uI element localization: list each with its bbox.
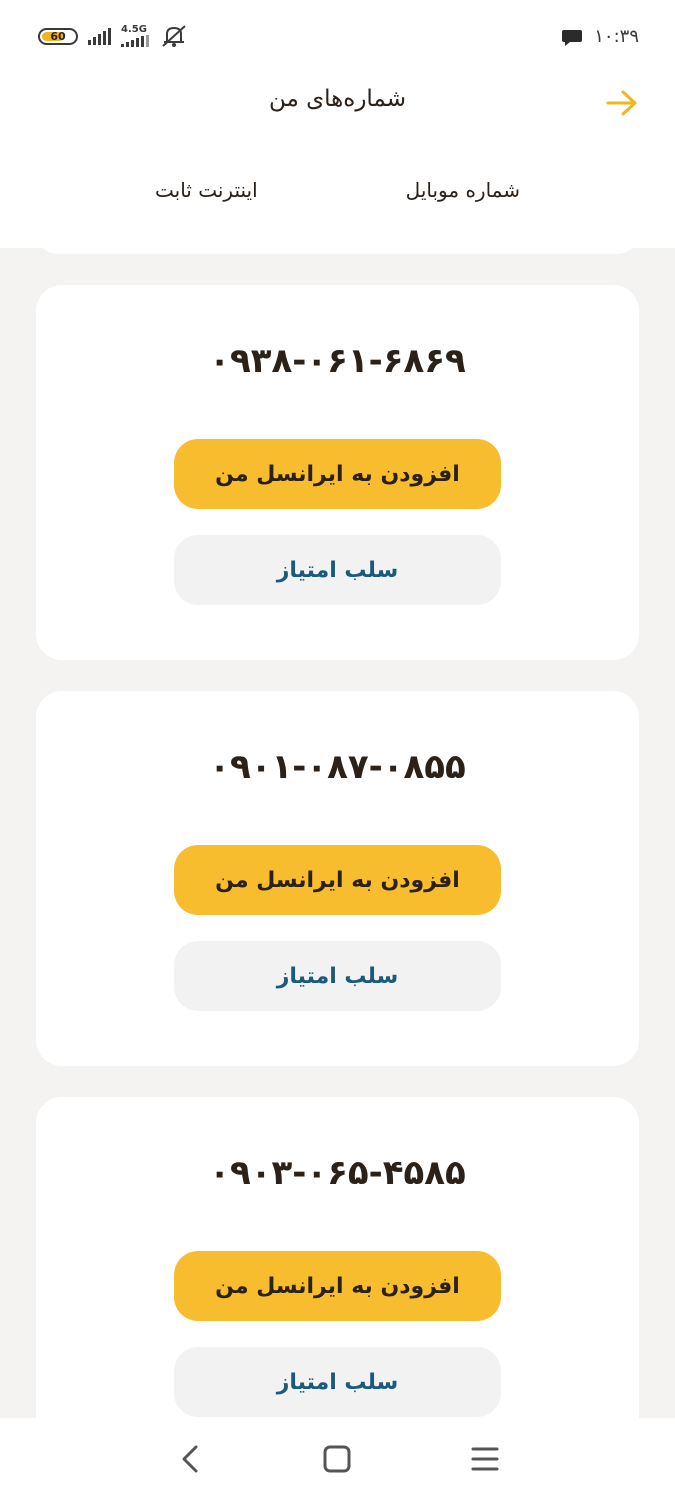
status-bar: 60 4.5G ۱۰:۳۹ [0, 0, 675, 78]
status-icons-left: 60 4.5G [38, 24, 189, 48]
home-nav-icon[interactable] [317, 1442, 357, 1476]
system-nav-bar [0, 1418, 675, 1500]
revoke-button[interactable]: سلب امتیاز [174, 1347, 501, 1417]
battery-level: 60 [50, 29, 66, 43]
revoke-button[interactable]: سلب امتیاز [174, 941, 501, 1011]
number-card: ۰۹۰۱-۰۸۷-۰۸۵۵ افزودن به ایرانسل من سلب ا… [36, 691, 639, 1066]
back-nav-icon[interactable] [170, 1442, 210, 1476]
mute-icon [162, 25, 186, 47]
number-card: ۰۹۳۸-۰۶۱-۶۸۶۹ افزودن به ایرانسل من سلب ا… [36, 285, 639, 660]
network-type: 4.5G [121, 24, 147, 35]
tab-fixed-internet[interactable]: اینترنت ثابت [155, 178, 258, 202]
phone-number: ۰۹۰۱-۰۸۷-۰۸۵۵ [209, 747, 466, 787]
arrow-right-icon[interactable] [605, 88, 639, 118]
chat-icon [562, 30, 582, 46]
signal-icon [88, 27, 111, 45]
partial-card [36, 232, 639, 254]
phone-number: ۰۹۳۸-۰۶۱-۶۸۶۹ [209, 341, 466, 381]
page-title: شماره‌های من [268, 86, 406, 112]
add-to-irancell-button[interactable]: افزودن به ایرانسل من [174, 1251, 501, 1321]
menu-nav-icon[interactable] [465, 1442, 505, 1476]
header: شماره‌های من شماره موبایل اینترنت ثابت [0, 78, 675, 248]
phone-number: ۰۹۰۳-۰۶۵-۴۵۸۵ [209, 1153, 466, 1193]
number-card: ۰۹۰۳-۰۶۵-۴۵۸۵ افزودن به ایرانسل من سلب ا… [36, 1097, 639, 1457]
add-to-irancell-button[interactable]: افزودن به ایرانسل من [174, 439, 501, 509]
signal-icon-secondary [121, 35, 149, 47]
network-indicator: 4.5G [121, 25, 149, 47]
revoke-button[interactable]: سلب امتیاز [174, 535, 501, 605]
add-to-irancell-button[interactable]: افزودن به ایرانسل من [174, 845, 501, 915]
tab-mobile-number[interactable]: شماره موبایل [406, 178, 520, 202]
battery-icon: 60 [38, 27, 78, 45]
status-time: ۱۰:۳۹ [594, 26, 639, 47]
